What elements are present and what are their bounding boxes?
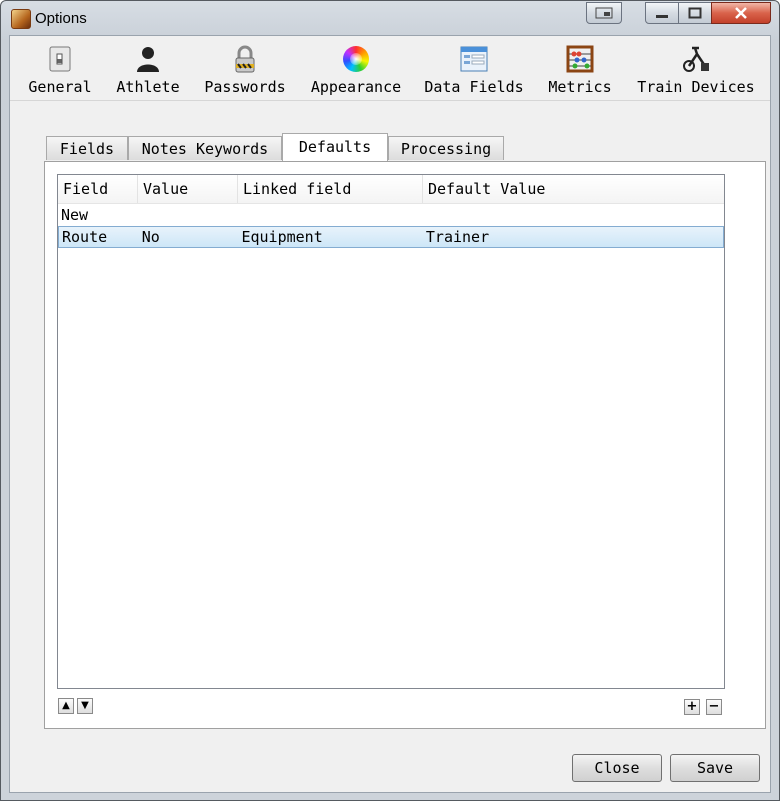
window-title: Options [35,10,87,27]
cell-linked-field [238,204,423,226]
close-button[interactable]: Close [572,754,662,782]
column-header-default-value[interactable]: Default Value [423,175,724,203]
tab-fields[interactable]: Fields [46,136,128,160]
toolbar-train-devices[interactable]: Train Devices [632,36,760,100]
color-wheel-icon [341,44,371,74]
maximize-button[interactable] [678,2,712,24]
athlete-icon [133,44,163,74]
minimize-icon [656,15,668,18]
options-toolbar: General Athlete Passwords Appearance Dat… [10,36,770,101]
cell-linked-field: Equipment [241,228,323,246]
toolbar-appearance[interactable]: Appearance [306,36,406,100]
window-pin-icon [595,7,613,19]
toolbar-label: General [28,78,92,96]
toolbar-label: Passwords [204,78,286,96]
cell-field: New [61,206,89,224]
pin-window-button[interactable] [586,2,622,24]
toolbar-passwords[interactable]: Passwords [198,36,292,100]
toolbar-athlete[interactable]: Athlete [114,36,182,100]
column-header-value[interactable]: Value [138,175,238,203]
title-bar[interactable]: Options [1,1,779,35]
switch-icon [45,44,75,74]
close-window-button[interactable] [711,2,771,24]
cell-default-value: Trainer [425,228,490,246]
move-down-button[interactable]: ▼ [77,698,93,714]
table-row-selected[interactable]: Route No Equipment Trainer [58,226,724,248]
toolbar-label: Data Fields [424,78,524,96]
abacus-icon [565,44,595,74]
table-header: Field Value Linked field Default Value [58,175,724,204]
cell-field: Route [62,228,108,246]
toolbar-label: Appearance [310,78,402,96]
cell-value [138,204,238,226]
padlock-icon [230,44,260,74]
save-button[interactable]: Save [670,754,760,782]
toolbar-label: Metrics [548,78,612,96]
cell-default-value [423,204,724,226]
tab-defaults[interactable]: Defaults [282,133,388,161]
cell-value: No [141,228,160,246]
minimize-button[interactable] [645,2,679,24]
toolbar-label: Athlete [116,78,180,96]
maximize-icon [688,7,702,19]
toolbar-data-fields[interactable]: Data Fields [420,36,528,100]
add-button[interactable]: + [684,699,700,715]
table-row[interactable]: New [58,204,724,226]
close-icon [735,7,747,19]
column-header-linked-field[interactable]: Linked field [238,175,423,203]
tab-notes-keywords[interactable]: Notes Keywords [128,136,282,160]
toolbar-general[interactable]: General [26,36,94,100]
data-fields-icon [459,44,489,74]
toolbar-label: Train Devices [637,78,755,96]
column-header-field[interactable]: Field [58,175,138,203]
options-window: Options General Athlete Passwords Appear… [0,0,780,801]
defaults-panel: Field Value Linked field Default Value N… [44,161,766,729]
toolbar-metrics[interactable]: Metrics [542,36,618,100]
defaults-table[interactable]: Field Value Linked field Default Value N… [57,174,725,689]
tab-processing[interactable]: Processing [388,136,504,160]
trainer-icon [681,44,711,74]
move-up-button[interactable]: ▲ [58,698,74,714]
app-icon [11,9,31,29]
dialog-client: General Athlete Passwords Appearance Dat… [9,35,771,793]
remove-button[interactable]: − [706,699,722,715]
